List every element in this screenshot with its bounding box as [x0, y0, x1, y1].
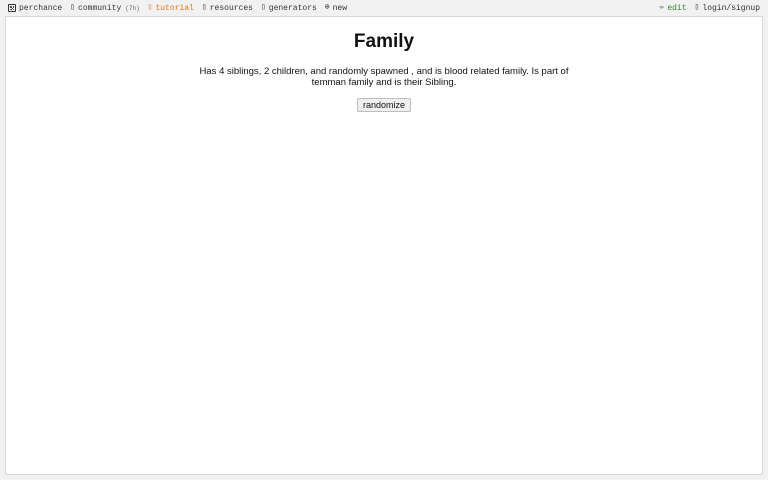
- nav-login-link[interactable]: ▯ login/signup: [695, 4, 760, 13]
- nav-login-label: login/signup: [702, 3, 760, 13]
- nav-brand-label: perchance: [19, 3, 63, 13]
- generated-description: Has 4 siblings, 2 children, and randomly…: [199, 66, 569, 88]
- chat-icon: ▯: [70, 3, 76, 12]
- dice-logo-icon: [8, 4, 16, 12]
- user-icon: ▯: [694, 3, 700, 12]
- book-icon: ▯: [147, 3, 153, 12]
- nav-edit-label: edit: [667, 3, 687, 13]
- nav-tutorial-label: tutorial: [155, 3, 194, 13]
- page-title: Family: [353, 31, 415, 52]
- nav-tutorial-link[interactable]: ▯ tutorial: [148, 4, 194, 13]
- nav-brand-link[interactable]: perchance: [8, 4, 62, 13]
- generator-output-panel: Family Has 4 siblings, 2 children, and r…: [5, 16, 763, 475]
- nav-edit-link[interactable]: ✏ edit: [660, 4, 687, 13]
- nav-generators-link[interactable]: ▯ generators: [261, 4, 317, 13]
- folder-icon: ▯: [201, 3, 207, 12]
- nav-new-label: new: [332, 3, 348, 13]
- plus-circle-icon: ⊕: [324, 3, 330, 12]
- pencil-icon: ✏: [659, 3, 665, 12]
- nav-generators-label: generators: [268, 3, 317, 13]
- nav-community-link[interactable]: ▯ community (7h): [70, 4, 139, 13]
- nav-resources-label: resources: [209, 3, 253, 13]
- top-nav-bar: perchance ▯ community (7h) ▯ tutorial ▯ …: [0, 0, 768, 16]
- nav-resources-link[interactable]: ▯ resources: [202, 4, 253, 13]
- list-icon: ▯: [260, 3, 266, 12]
- nav-left: perchance ▯ community (7h) ▯ tutorial ▯ …: [8, 4, 347, 13]
- randomize-button[interactable]: randomize: [356, 98, 412, 112]
- nav-community-label: community: [78, 3, 122, 13]
- nav-community-count: (7h): [125, 4, 140, 12]
- nav-right: ✏ edit ▯ login/signup: [660, 4, 760, 13]
- nav-new-link[interactable]: ⊕ new: [325, 4, 347, 13]
